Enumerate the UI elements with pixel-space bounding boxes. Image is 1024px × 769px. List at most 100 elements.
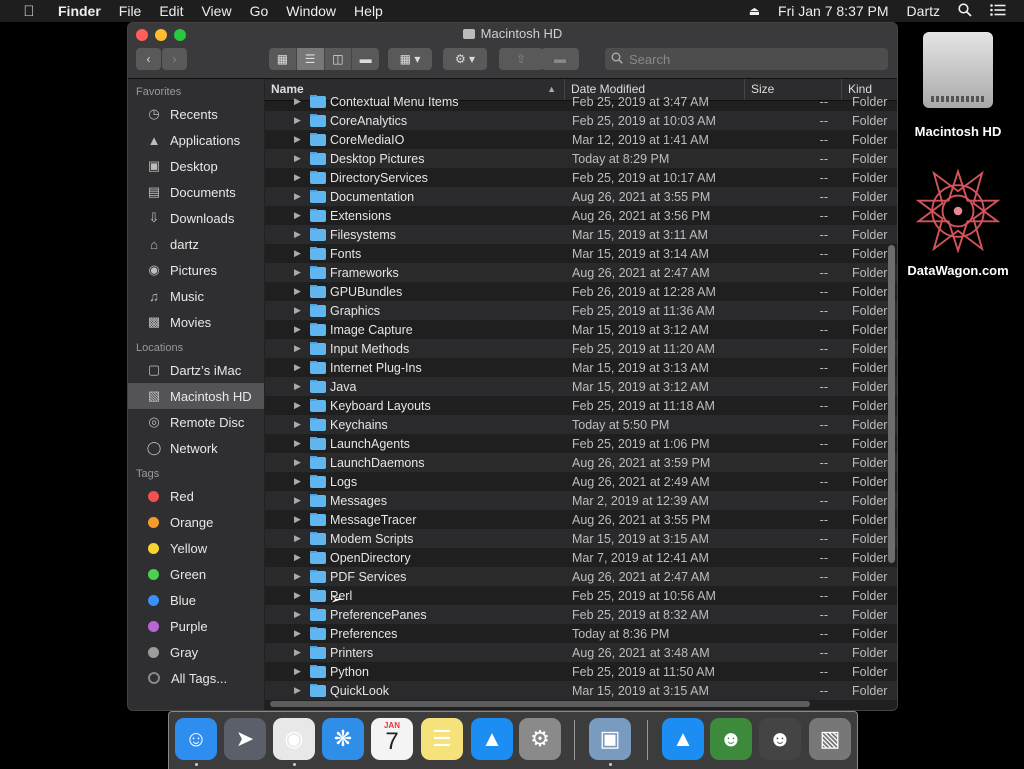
menu-view[interactable]: View [201,3,231,19]
table-row[interactable]: ▶ CoreMediaIO Mar 12, 2019 at 1:41 AM -- Fol… [265,130,897,149]
table-row[interactable]: ▶ DirectoryServices Feb 25, 2019 at 10:17 … [265,168,897,187]
disclosure-triangle-icon[interactable]: ▶ [294,666,304,677]
table-row[interactable]: ▶ LaunchDaemons Aug 26, 2021 at 3:59 PM -- F… [265,453,897,472]
table-row[interactable]: ▶ Filesystems Mar 15, 2019 at 3:11 AM -- Fol… [265,225,897,244]
disclosure-triangle-icon[interactable]: ▶ [294,115,304,126]
disclosure-triangle-icon[interactable]: ▶ [294,96,304,107]
share-button[interactable]: ⇧ [499,48,543,70]
table-row[interactable]: ▶ Preferences Today at 8:36 PM -- Folder [265,624,897,643]
disclosure-triangle-icon[interactable]: ▶ [294,514,304,525]
sidebar-tag-gray[interactable]: Gray [128,639,264,665]
disclosure-triangle-icon[interactable]: ▶ [294,400,304,411]
dock-chrome[interactable]: ◉ [273,718,315,760]
disclosure-triangle-icon[interactable]: ▶ [294,552,304,563]
spotlight-search-icon[interactable] [958,2,972,20]
sidebar-tag-red[interactable]: Red [128,483,264,509]
disclosure-triangle-icon[interactable]: ▶ [294,381,304,392]
sidebar-item-network[interactable]: ◯ Network [128,435,264,461]
disclosure-triangle-icon[interactable]: ▶ [294,533,304,544]
table-row[interactable]: ▶ Printers Aug 26, 2021 at 3:48 AM -- Folder [265,643,897,662]
disclosure-triangle-icon[interactable]: ▶ [294,248,304,259]
sidebar-tag-all-tags[interactable]: All Tags... [128,665,264,691]
table-row[interactable]: ▶ Desktop Pictures Today at 8:29 PM -- Folde… [265,149,897,168]
table-row[interactable]: ▶ MessageTracer Aug 26, 2021 at 3:55 PM -- F… [265,510,897,529]
sidebar-item-downloads[interactable]: ⇩ Downloads [128,205,264,231]
disclosure-triangle-icon[interactable]: ▶ [294,419,304,430]
disclosure-triangle-icon[interactable]: ▶ [294,685,304,696]
desktop-macintosh-hd[interactable]: Macintosh HD [906,32,1010,139]
table-row[interactable]: ▶ Perl Feb 25, 2019 at 10:56 AM -- Folder [265,586,897,605]
disclosure-triangle-icon[interactable]: ▶ [294,457,304,468]
eject-icon[interactable]: ⏏ [749,4,760,18]
dock-system-preferences[interactable]: ⚙ [519,718,561,760]
disclosure-triangle-icon[interactable]: ▶ [294,628,304,639]
sidebar-tag-orange[interactable]: Orange [128,509,264,535]
vertical-scrollbar[interactable] [888,245,895,563]
disclosure-triangle-icon[interactable]: ▶ [294,229,304,240]
disclosure-triangle-icon[interactable]: ▶ [294,324,304,335]
sidebar-item-dartz-s-imac[interactable]: ▢ Dartz’s iMac [128,357,264,383]
menu-window[interactable]: Window [286,3,336,19]
table-row[interactable]: ▶ Logs Aug 26, 2021 at 2:49 AM -- Folder [265,472,897,491]
table-row[interactable]: ▶ OpenDirectory Mar 7, 2019 at 12:41 AM -- F… [265,548,897,567]
search-field[interactable]: Search [605,48,888,70]
table-row[interactable]: ▶ Image Capture Mar 15, 2019 at 3:12 AM -- F… [265,320,897,339]
disclosure-triangle-icon[interactable]: ▶ [294,362,304,373]
disclosure-triangle-icon[interactable]: ▶ [294,153,304,164]
sidebar-item-music[interactable]: ♫ Music [128,283,264,309]
dock-notes[interactable]: ☰ [421,718,463,760]
menu-app-finder[interactable]: Finder [58,3,101,19]
sidebar-item-desktop[interactable]: ▣ Desktop [128,153,264,179]
dock-finder[interactable]: ☺ [175,718,217,760]
dock-lemmings-2[interactable]: ☻ [759,718,801,760]
gallery-view-button[interactable]: ▬ [352,48,379,70]
disclosure-triangle-icon[interactable]: ▶ [294,305,304,316]
sidebar-item-recents[interactable]: ◷ Recents [128,101,264,127]
menu-edit[interactable]: Edit [159,3,183,19]
action-button[interactable]: ⚙ ▾ [443,48,487,70]
list-view-button[interactable]: ☰ [296,48,325,70]
table-row[interactable]: ▶ Input Methods Feb 25, 2019 at 11:20 AM --… [265,339,897,358]
table-row[interactable]: ▶ QuickLook Mar 15, 2019 at 3:15 AM -- Folde… [265,681,897,700]
table-row[interactable]: ▶ PreferencePanes Feb 25, 2019 at 8:32 AM -… [265,605,897,624]
sidebar-item-pictures[interactable]: ◉ Pictures [128,257,264,283]
disclosure-triangle-icon[interactable]: ▶ [294,210,304,221]
sidebar-item-dartz[interactable]: ⌂ dartz [128,231,264,257]
table-row[interactable]: ▶ Contextual Menu Items Feb 25, 2019 at 3:… [265,92,897,111]
sidebar-item-documents[interactable]: ▤ Documents [128,179,264,205]
menu-go[interactable]: Go [250,3,269,19]
table-row[interactable]: ▶ PDF Services Aug 26, 2021 at 2:47 AM -- Fo… [265,567,897,586]
dock-safari[interactable]: ❋ [322,718,364,760]
sidebar-tag-green[interactable]: Green [128,561,264,587]
dock-calendar[interactable]: JAN 7 [371,718,413,760]
notification-center-icon[interactable] [990,3,1006,19]
table-row[interactable]: ▶ Keyboard Layouts Feb 25, 2019 at 11:18 A… [265,396,897,415]
column-view-button[interactable]: ◫ [325,48,353,70]
disclosure-triangle-icon[interactable]: ▶ [294,286,304,297]
table-row[interactable]: ▶ LaunchAgents Feb 25, 2019 at 1:06 PM -- Fo… [265,434,897,453]
table-row[interactable]: ▶ Documentation Aug 26, 2021 at 3:55 PM -- F… [265,187,897,206]
disclosure-triangle-icon[interactable]: ▶ [294,438,304,449]
sidebar-tag-yellow[interactable]: Yellow [128,535,264,561]
sidebar-item-movies[interactable]: ▩ Movies [128,309,264,335]
disclosure-triangle-icon[interactable]: ▶ [294,172,304,183]
table-row[interactable]: ▶ GPUBundles Feb 26, 2019 at 12:28 AM -- Fol… [265,282,897,301]
table-row[interactable]: ▶ Fonts Mar 15, 2019 at 3:14 AM -- Folder [265,244,897,263]
sidebar-tag-purple[interactable]: Purple [128,613,264,639]
table-row[interactable]: ▶ Graphics Feb 25, 2019 at 11:36 AM -- Folde… [265,301,897,320]
sidebar-item-applications[interactable]: ▲ Applications [128,127,264,153]
sidebar-tag-blue[interactable]: Blue [128,587,264,613]
disclosure-triangle-icon[interactable]: ▶ [294,476,304,487]
menu-help[interactable]: Help [354,3,383,19]
table-row[interactable]: ▶ Frameworks Aug 26, 2021 at 2:47 AM -- Fold… [265,263,897,282]
table-row[interactable]: ▶ Modem Scripts Mar 15, 2019 at 3:15 AM -- F… [265,529,897,548]
disclosure-triangle-icon[interactable]: ▶ [294,647,304,658]
disclosure-triangle-icon[interactable]: ▶ [294,495,304,506]
menu-user[interactable]: Dartz [907,3,940,19]
menu-clock[interactable]: Fri Jan 7 8:37 PM [778,3,889,19]
disclosure-triangle-icon[interactable]: ▶ [294,590,304,601]
disclosure-triangle-icon[interactable]: ▶ [294,191,304,202]
table-row[interactable]: ▶ Java Mar 15, 2019 at 3:12 AM -- Folder [265,377,897,396]
tag-button[interactable]: ▬ [541,48,579,70]
dock-lemmings[interactable]: ☻ [710,718,752,760]
